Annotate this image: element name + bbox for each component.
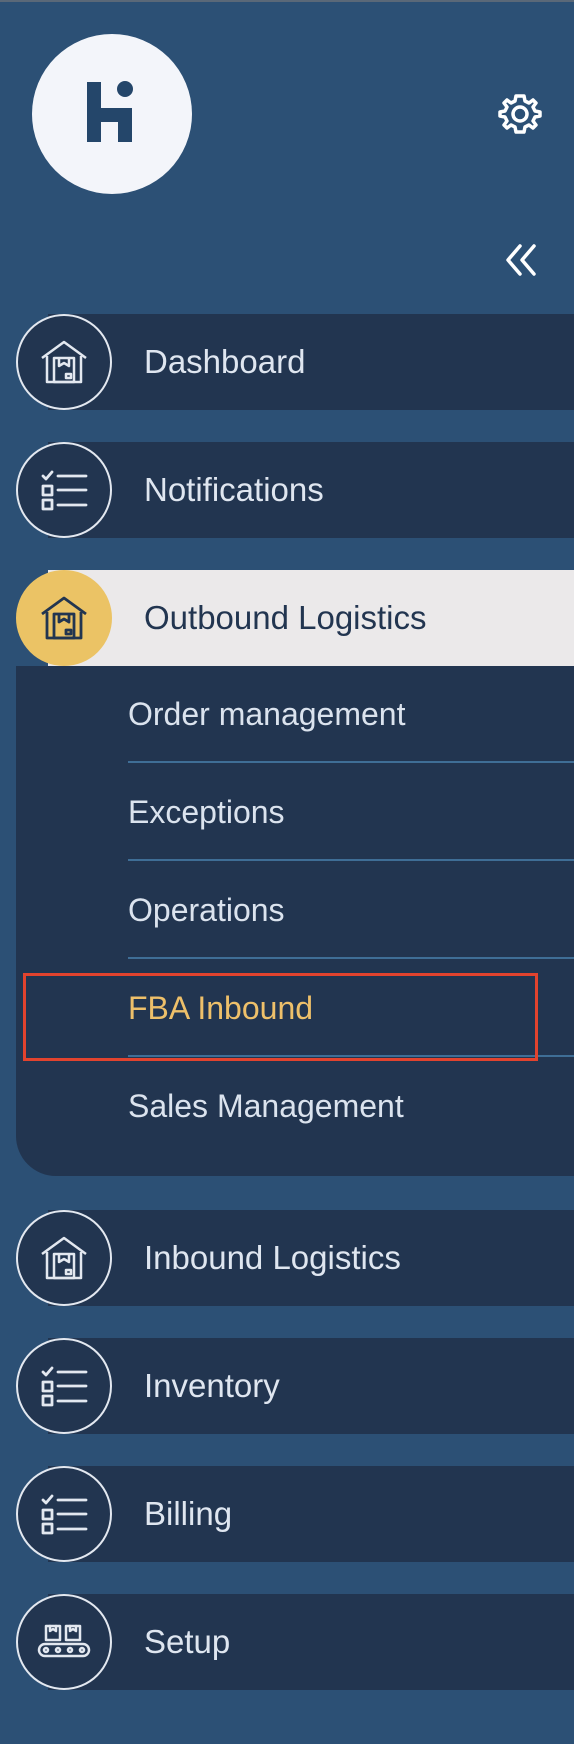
nav-label: Billing [144, 1495, 233, 1532]
nav-label: Inbound Logistics [144, 1239, 401, 1276]
nav-item-dashboard[interactable]: Dashboard [0, 314, 574, 410]
submenu-label: Exceptions [128, 794, 285, 830]
top-border [0, 0, 574, 2]
nav-label: Dashboard [144, 343, 306, 380]
nav-icon-circle [16, 570, 112, 666]
settings-button[interactable] [496, 90, 544, 138]
nav-icon-circle [16, 442, 112, 538]
nav-icon-circle [16, 1594, 112, 1690]
submenu-label: Sales Management [128, 1088, 404, 1124]
warehouse-icon [41, 596, 87, 640]
submenu-label: Order management [128, 696, 406, 732]
conveyor-icon [37, 1624, 91, 1658]
warehouse-icon [41, 1236, 87, 1280]
nav-icon-circle [16, 314, 112, 410]
nav-item-inbound-logistics[interactable]: Inbound Logistics [0, 1210, 574, 1306]
divider [128, 761, 574, 763]
nav-label: Inventory [144, 1367, 280, 1404]
nav-bar [48, 1594, 574, 1690]
outbound-logistics-submenu: Order management Exceptions Operations F… [16, 666, 574, 1176]
nav-label: Notifications [144, 471, 324, 508]
nav-icon-circle [16, 1210, 112, 1306]
nav-item-setup[interactable]: Setup [0, 1594, 574, 1690]
submenu-label: Operations [128, 892, 285, 928]
brand-logo[interactable] [32, 34, 192, 194]
nav-item-outbound-logistics[interactable]: Outbound Logistics [0, 570, 574, 666]
nav-icon-circle [16, 1338, 112, 1434]
checklist-icon [41, 470, 88, 511]
collapse-sidebar-button[interactable] [502, 240, 542, 280]
gear-icon [498, 94, 542, 134]
logo-mark-icon [87, 81, 133, 142]
selection-highlight [23, 973, 538, 1061]
submenu-item-order-management[interactable]: Order management [128, 666, 574, 763]
nav-bar [48, 1466, 574, 1562]
nav-item-billing[interactable]: Billing [0, 1466, 574, 1562]
submenu-item-sales-management[interactable]: Sales Management [128, 1058, 574, 1155]
nav-item-notifications[interactable]: Notifications [0, 442, 574, 538]
nav-label: Setup [144, 1623, 231, 1660]
nav-item-inventory[interactable]: Inventory [0, 1338, 574, 1434]
nav-icon-circle [16, 1466, 112, 1562]
divider [128, 957, 574, 959]
double-chevron-left-icon [506, 244, 536, 276]
checklist-icon [41, 1366, 88, 1407]
warehouse-icon [41, 340, 87, 384]
nav-bar [48, 314, 574, 410]
divider [128, 859, 574, 861]
nav-label: Outbound Logistics [144, 599, 427, 636]
submenu-item-exceptions[interactable]: Exceptions [128, 764, 574, 861]
checklist-icon [41, 1494, 88, 1535]
nav-bar [48, 1338, 574, 1434]
submenu-item-operations[interactable]: Operations [128, 862, 574, 959]
